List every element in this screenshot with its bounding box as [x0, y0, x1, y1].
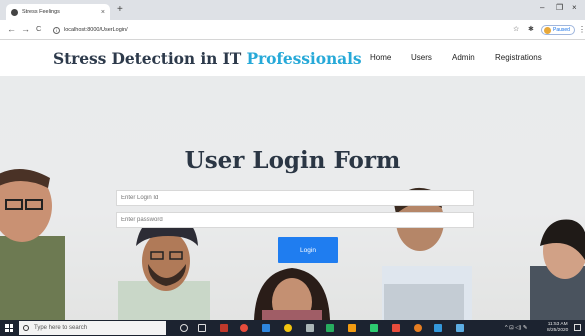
taskbar-search-placeholder: Type here to search: [34, 325, 88, 331]
hero-section: User Login Form Login: [0, 76, 585, 320]
person-right: [382, 187, 472, 320]
brand-main: Stress Detection in IT: [53, 49, 242, 68]
favicon-icon: [11, 8, 18, 16]
nav-registrations[interactable]: Registrations: [495, 53, 542, 62]
site-brand[interactable]: Stress Detection in IT Professionals: [53, 49, 362, 68]
system-tray-icons[interactable]: ^ ⊡ ◁) ✎: [505, 324, 527, 332]
restore-button[interactable]: ❐: [556, 3, 563, 12]
app-icon-9[interactable]: [456, 324, 464, 332]
tab-title: Stress Feelings: [22, 9, 60, 15]
acrobat-icon[interactable]: [392, 324, 400, 332]
minimize-button[interactable]: –: [540, 3, 544, 12]
app-icon-5[interactable]: [348, 324, 356, 332]
login-button[interactable]: Login: [278, 237, 338, 263]
windows-taskbar: Type here to search ^ ⊡ ◁) ✎ 11:53 AM 8/…: [0, 320, 585, 336]
extension-icon[interactable]: ✱: [528, 25, 534, 34]
browser-tab[interactable]: Stress Feelings ×: [6, 4, 110, 20]
task-view-icon[interactable]: [198, 324, 206, 332]
bookmark-star-icon[interactable]: ☆: [513, 25, 519, 34]
app-icon-2[interactable]: [240, 324, 248, 332]
profile-button[interactable]: Paused: [541, 25, 575, 35]
search-icon: [23, 325, 29, 331]
windows-start-icon[interactable]: [5, 324, 13, 332]
tab-close-icon[interactable]: ×: [101, 9, 105, 16]
app-icon-6[interactable]: [370, 324, 378, 332]
nav-admin[interactable]: Admin: [452, 53, 475, 62]
clock-date: 8/25/2020: [547, 328, 569, 333]
address-bar[interactable]: i localhost:8000/UserLogin/: [53, 23, 543, 37]
notification-icon[interactable]: [574, 324, 581, 331]
reload-button[interactable]: C: [36, 24, 41, 34]
nav-home[interactable]: Home: [370, 53, 391, 62]
url-text: localhost:8000/UserLogin/: [64, 27, 128, 33]
vscode-icon[interactable]: [262, 324, 270, 332]
window-close-button[interactable]: ×: [572, 3, 577, 12]
person-left: [0, 169, 65, 320]
person-turban: [118, 214, 210, 320]
app-icon-8[interactable]: [434, 324, 442, 332]
avatar: [544, 26, 551, 34]
app-icon-1[interactable]: [220, 324, 228, 332]
person-far-right: [530, 219, 585, 320]
browser-menu-icon[interactable]: ⋮: [578, 25, 585, 34]
site-header: Stress Detection in IT Professionals Hom…: [0, 41, 585, 76]
chrome-icon[interactable]: [284, 324, 292, 332]
taskbar-search[interactable]: Type here to search: [19, 321, 166, 335]
profile-label: Paused: [553, 27, 570, 33]
person-woman: [254, 268, 330, 320]
taskbar-clock[interactable]: 11:53 AM 8/25/2020: [547, 322, 568, 334]
password-input[interactable]: [116, 212, 474, 228]
brand-accent: Professionals: [246, 49, 362, 68]
browser-tabstrip: Stress Feelings × + – ❐ ×: [0, 0, 585, 20]
app-icon-3[interactable]: [306, 324, 314, 332]
new-tab-button[interactable]: +: [117, 4, 123, 16]
browser-toolbar: ← → C i localhost:8000/UserLogin/ ☆ ✱ Pa…: [0, 20, 585, 40]
back-button[interactable]: ←: [7, 24, 16, 34]
site-info-icon[interactable]: i: [53, 26, 60, 34]
login-id-input[interactable]: [116, 190, 474, 206]
cortana-icon[interactable]: [180, 324, 188, 332]
nav-users[interactable]: Users: [411, 53, 432, 62]
login-form-title: User Login Form: [184, 147, 401, 174]
forward-button[interactable]: →: [21, 24, 30, 34]
app-icon-4[interactable]: [326, 324, 334, 332]
app-icon-7[interactable]: [414, 324, 422, 332]
